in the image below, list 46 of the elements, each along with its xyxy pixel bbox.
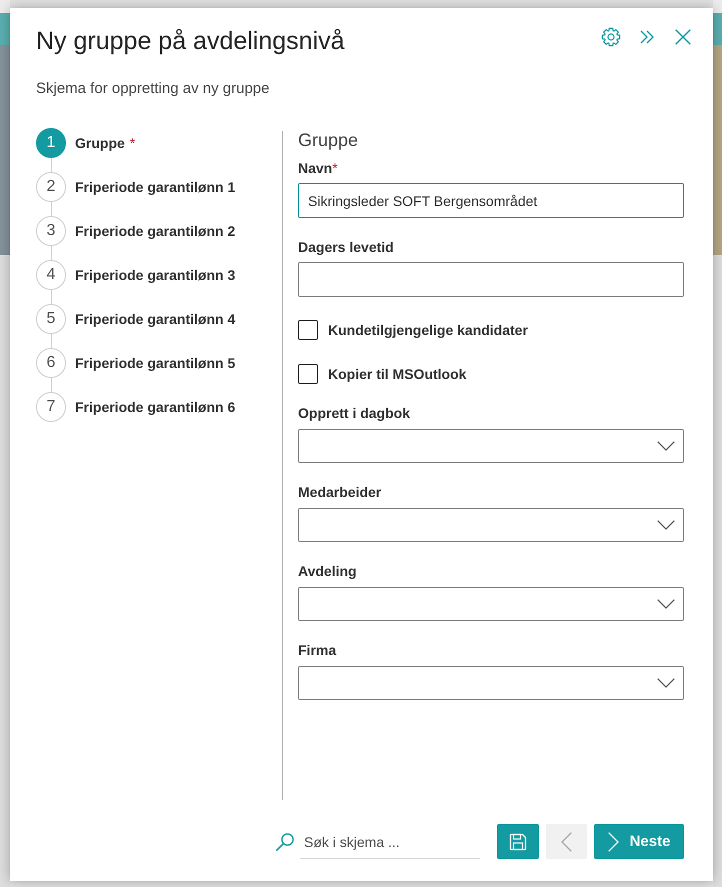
close-icon[interactable] <box>675 29 691 45</box>
step-label[interactable]: Friperiode garantilønn 2 <box>75 223 236 239</box>
step-number[interactable]: 4 <box>36 260 66 290</box>
step-label[interactable]: Friperiode garantilønn 5 <box>75 355 236 371</box>
save-icon <box>509 832 527 850</box>
field-label: Firma <box>298 641 336 660</box>
save-button[interactable] <box>497 824 539 859</box>
app-header-bar <box>0 13 10 45</box>
dropdown-field[interactable] <box>298 666 684 700</box>
chevron-down-icon <box>657 520 675 530</box>
chevron-right-icon <box>608 832 619 852</box>
dropdown-field[interactable] <box>298 429 684 463</box>
section-title: Gruppe <box>298 129 358 151</box>
field-label: Navn* <box>298 159 338 178</box>
step-number[interactable]: 6 <box>36 348 66 378</box>
field-label: Opprett i dagbok <box>298 404 410 423</box>
checkbox[interactable] <box>298 320 318 340</box>
dropdown-field[interactable] <box>298 587 684 621</box>
field-label: Dagers levetid <box>298 238 394 257</box>
step-label[interactable]: Friperiode garantilønn 6 <box>75 399 236 415</box>
chevron-left-icon <box>561 832 572 852</box>
step-number[interactable]: 5 <box>36 304 66 334</box>
step-label[interactable]: Friperiode garantilønn 1 <box>75 179 236 195</box>
checkbox[interactable] <box>298 364 318 384</box>
chevron-down-icon <box>657 441 675 451</box>
chevron-down-icon <box>657 678 675 688</box>
dialog-title: Ny gruppe på avdelingsnivå <box>36 26 345 56</box>
text-input[interactable]: Sikringsleder SOFT Bergensområdet <box>298 183 684 218</box>
step-number[interactable]: 7 <box>36 392 66 422</box>
search-icon <box>276 832 294 850</box>
field-label: Avdeling <box>298 562 357 581</box>
field-label: Medarbeider <box>298 483 382 502</box>
step-label[interactable]: Friperiode garantilønn 3 <box>75 267 236 283</box>
text-input[interactable] <box>298 262 684 297</box>
dialog-subtitle: Skjema for oppretting av ny gruppe <box>36 80 270 98</box>
checkbox-label[interactable]: Kopier til MSOutlook <box>328 366 466 382</box>
step-number[interactable]: 3 <box>36 216 66 246</box>
double-chevron-icon[interactable] <box>640 30 654 44</box>
chevron-down-icon <box>657 599 675 609</box>
settings-icon[interactable] <box>601 27 621 47</box>
step-number[interactable]: 2 <box>36 172 66 202</box>
step-label[interactable]: Gruppe * <box>75 135 136 151</box>
app-header-bar <box>713 13 722 45</box>
checkbox-label[interactable]: Kundetilgjengelige kandidater <box>328 322 528 338</box>
dropdown-field[interactable] <box>298 508 684 542</box>
step-label[interactable]: Friperiode garantilønn 4 <box>75 311 236 327</box>
